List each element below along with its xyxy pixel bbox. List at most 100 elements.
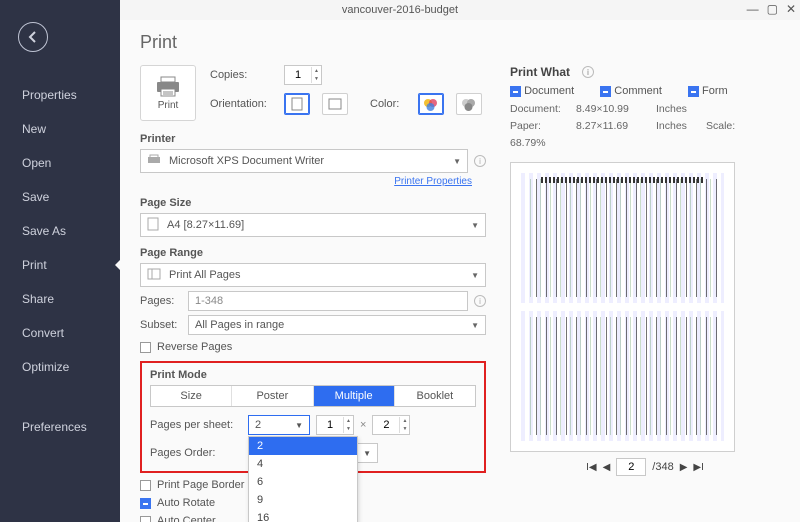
landscape-icon [328,98,342,110]
copies-stepper[interactable]: ▲▼ [284,65,322,85]
printer-section-label: Printer [140,133,486,145]
pages-per-sheet-label: Pages per sheet: [150,419,242,431]
back-button[interactable] [18,22,48,52]
subset-label: Subset: [140,319,188,331]
minimize-button[interactable]: — [747,2,759,16]
checkbox-icon [140,516,151,522]
copies-down[interactable]: ▼ [312,75,321,83]
page-title: Print [140,32,780,53]
orientation-landscape-button[interactable] [322,93,348,115]
sidebar-item-save-as[interactable]: Save As [0,214,120,248]
sidebar-item-properties[interactable]: Properties [0,78,120,112]
copies-up[interactable]: ▲ [312,67,321,75]
printer-selected-value: Microsoft XPS Document Writer [169,155,324,167]
checkbox-checked-icon [140,498,151,509]
sidebar-item-optimize[interactable]: Optimize [0,350,120,384]
pager-next[interactable]: ▶ [680,462,688,473]
pps-option[interactable]: 9 [249,491,357,509]
window-controls: — ▢ ✕ [747,2,796,16]
checkbox-icon [140,480,151,491]
color-label: Color: [370,98,410,110]
content-area: Print Print Copies: ▲▼ [120,20,800,522]
printer-icon [155,76,181,98]
checkbox-icon [140,342,151,353]
pager-first[interactable]: I◀ [586,462,596,473]
sidebar-item-preferences[interactable]: Preferences [0,410,120,444]
page-range-select[interactable]: Print All Pages ▼ [140,263,486,287]
print-mode-tab-poster[interactable]: Poster [232,386,313,406]
pps-dropdown: 246916Custom... [248,436,358,522]
sidebar-item-share[interactable]: Share [0,282,120,316]
color-on-button[interactable] [418,93,444,115]
page-icon [147,217,159,234]
orientation-portrait-button[interactable] [284,93,310,115]
print-what-title: Print What [510,65,570,79]
print-what-comment[interactable]: Comment [600,85,662,97]
reverse-pages-label: Reverse Pages [157,341,232,353]
pages-per-sheet-select[interactable]: 2 ▼ 246916Custom... [248,415,310,435]
close-button[interactable]: ✕ [786,2,796,16]
multiply-symbol: × [360,419,366,431]
pager-total: /348 [652,461,673,473]
pager-prev[interactable]: ◀ [603,462,611,473]
print-button[interactable]: Print [140,65,196,121]
page-size-select[interactable]: A4 [8.27×11.69] ▼ [140,213,486,237]
portrait-icon [291,97,303,111]
orientation-label: Orientation: [210,98,276,110]
pps-y-stepper[interactable]: ▲▼ [372,415,410,435]
pps-x-stepper[interactable]: ▲▼ [316,415,354,435]
preview-page-2 [521,311,724,441]
reverse-pages-checkbox[interactable]: Reverse Pages [140,341,486,353]
chevron-down-icon: ▼ [471,321,479,330]
preview-column: Print What i Document Comment Form Docum… [510,65,780,522]
sidebar-item-convert[interactable]: Convert [0,316,120,350]
pps-value: 2 [255,419,261,431]
subset-select[interactable]: All Pages in range ▼ [188,315,486,335]
chevron-down-icon: ▼ [295,421,303,430]
pages-icon [147,268,161,283]
print-what-form[interactable]: Form [688,85,728,97]
print-mode-tab-size[interactable]: Size [151,386,232,406]
chevron-down-icon: ▼ [471,271,479,280]
info-icon[interactable]: i [474,295,486,307]
page-range-label: Page Range [140,247,486,259]
info-icon[interactable]: i [582,66,594,78]
color-off-button[interactable] [456,93,482,115]
color-icon [423,97,439,111]
sidebar-item-save[interactable]: Save [0,180,120,214]
print-mode-tab-multiple[interactable]: Multiple [314,386,395,406]
printer-properties-link[interactable]: Printer Properties [140,176,472,187]
center-label: Auto Center [157,515,216,522]
window-title: vancouver-2016-budget [342,4,458,16]
print-what-document[interactable]: Document [510,85,574,97]
page-size-label: Page Size [140,197,486,209]
settings-column: Print Copies: ▲▼ Orientation: Co [140,65,486,522]
maximize-button[interactable]: ▢ [767,2,778,16]
pps-y-input[interactable] [373,419,399,431]
info-icon[interactable]: i [474,155,486,167]
pps-option[interactable]: 4 [249,455,357,473]
printer-select[interactable]: Microsoft XPS Document Writer ▼ [140,149,468,173]
pager-last[interactable]: ▶I [693,462,703,473]
subset-value: All Pages in range [195,319,284,331]
doc-meta: Document:8.49×10.99Inches Paper:8.27×11.… [510,101,780,152]
sidebar-item-new[interactable]: New [0,112,120,146]
sidebar: PropertiesNewOpenSaveSave AsPrintShareCo… [0,0,120,522]
pager-input[interactable] [616,458,646,476]
pps-option[interactable]: 16 [249,509,357,522]
pps-option[interactable]: 6 [249,473,357,491]
sidebar-item-print[interactable]: Print [0,248,120,282]
sidebar-nav: PropertiesNewOpenSaveSave AsPrintShareCo… [0,78,120,444]
pps-x-input[interactable] [317,419,343,431]
copies-input[interactable] [285,69,311,81]
print-mode-tab-booklet[interactable]: Booklet [395,386,475,406]
pages-input[interactable] [188,291,468,311]
printer-small-icon [147,154,161,169]
print-mode-tabs: SizePosterMultipleBooklet [150,385,476,407]
page-range-value: Print All Pages [169,269,241,281]
pps-option[interactable]: 2 [249,437,357,455]
sidebar-item-open[interactable]: Open [0,146,120,180]
pages-order-label: Pages Order: [150,447,242,459]
preview-page-1 [521,173,724,303]
title-bar: vancouver-2016-budget — ▢ ✕ [0,0,800,20]
